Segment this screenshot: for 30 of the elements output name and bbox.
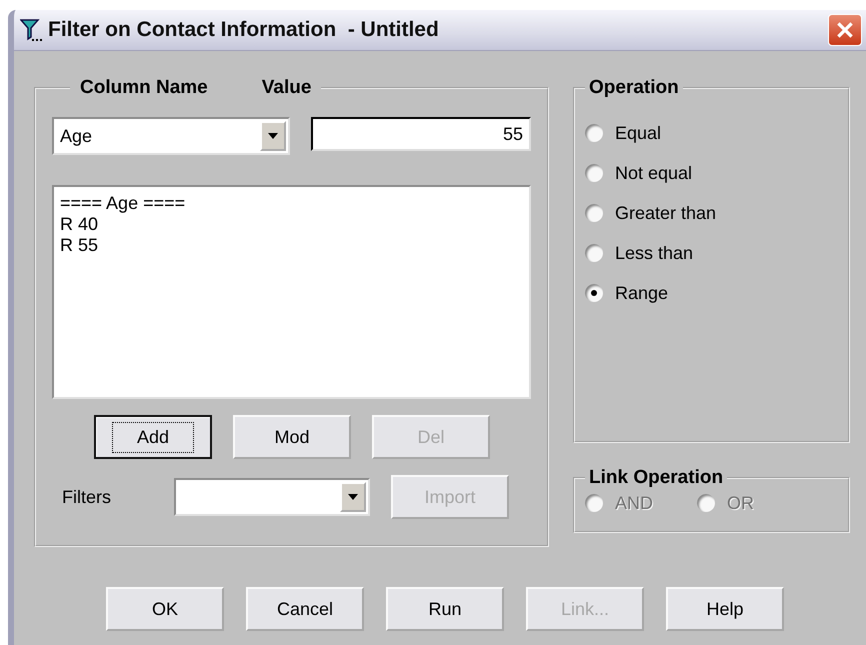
close-button[interactable] [828,14,862,46]
dialog-button[interactable]: OK [106,587,224,631]
list-item[interactable]: R 55 [60,235,523,256]
dialog-button[interactable]: Cancel [246,587,364,631]
radio-button[interactable] [585,284,603,302]
operation-label: Operation [588,77,680,99]
radio-button[interactable] [585,204,603,222]
list-item[interactable]: R 40 [60,214,523,235]
column-name-label: Column Name [79,77,209,99]
radio-option[interactable]: Less than [585,233,838,273]
window-title: Filter on Contact Information - Untitled [48,18,440,42]
radio-button[interactable] [585,124,603,142]
action-button[interactable]: Add [94,415,212,459]
radio-option[interactable]: Greater than [585,193,838,233]
list-item[interactable]: ==== Age ==== [60,193,523,214]
value-field[interactable]: 55 [311,117,531,151]
action-button[interactable]: Mod [233,415,351,459]
filters-label: Filters [62,486,112,508]
radio-button[interactable] [585,164,603,182]
link-operation-label: Link Operation [588,467,724,489]
radio-option[interactable]: Not equal [585,153,838,193]
radio-option[interactable]: Equal [585,113,838,153]
dialog-button[interactable]: Help [666,587,784,631]
column-dropdown[interactable]: Age [52,117,290,155]
value-label: Value [260,77,312,99]
criteria-listbox[interactable]: ==== Age ==== R 40 R 55 [52,185,531,399]
radio-option[interactable]: Range [585,273,838,313]
filter-funnel-icon [20,18,42,42]
dialog-button[interactable]: Run [386,587,504,631]
radio-button[interactable] [585,244,603,262]
